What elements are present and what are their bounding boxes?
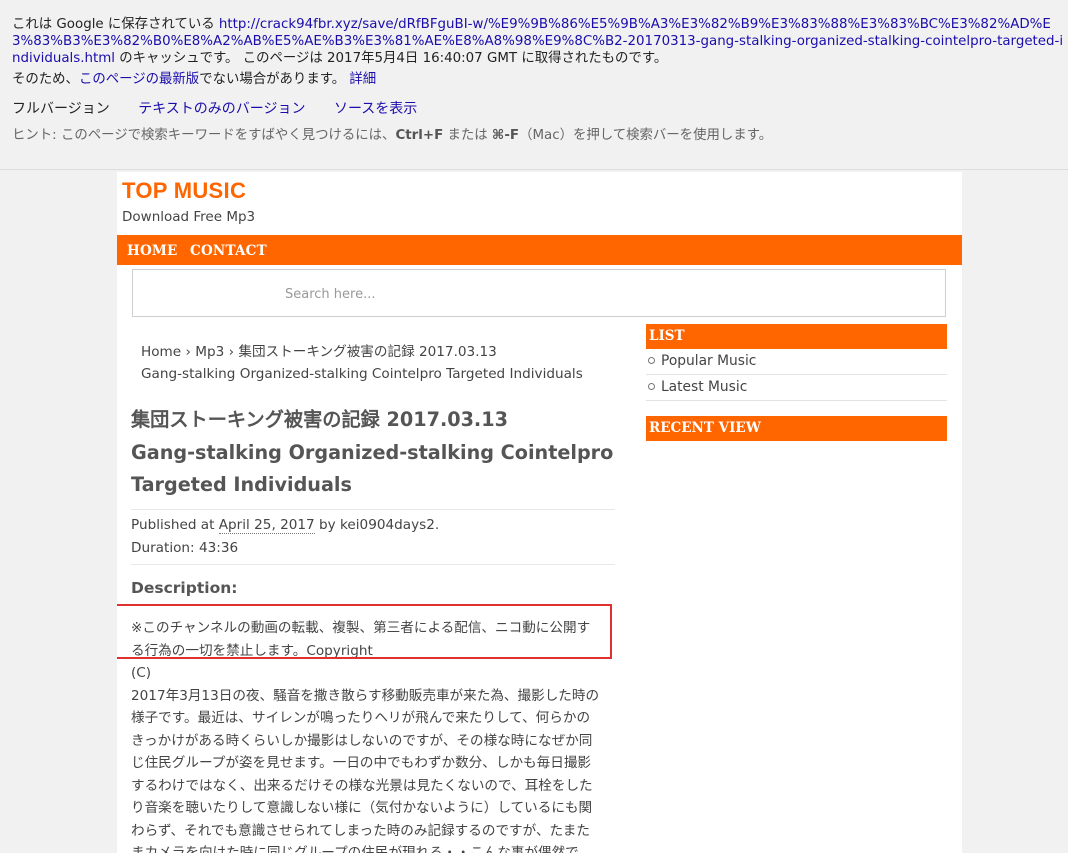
description-line: わらず、それでも意識させられてしまった時のみ記録するのですが、たまた: [131, 822, 590, 839]
search-input[interactable]: [283, 282, 887, 306]
breadcrumb-home[interactable]: Home: [141, 344, 181, 360]
text-only-link[interactable]: テキストのみのバージョン: [138, 101, 305, 117]
hint-key-ctrl-f: Ctrl+F: [395, 128, 444, 143]
post-title-line: Gang-stalking Organized-stalking Cointel…: [131, 440, 614, 464]
full-version-label: フルバージョン: [12, 101, 110, 117]
description-line: じ住民グループが姿を見せます。一日の中でもわずか数分、しかも毎日撮影: [131, 755, 592, 771]
hint-prefix: ヒント: このページで検索キーワードをすばやく見つけるには、: [12, 128, 396, 143]
hint-mid: または: [443, 128, 492, 143]
sidebar-list-header: LIST: [646, 324, 947, 349]
duration: Duration: 43:36: [131, 540, 239, 556]
site-page: TOP MUSIC Download Free Mp3 HOME CONTACT…: [117, 172, 962, 853]
description-line: 2017年3月13日の夜、騒音を撒き散らす移動販売車が来た為、撮影した時の: [131, 687, 600, 704]
sidebar-item-label: Latest Music: [661, 379, 748, 395]
sidebar-recent-header: RECENT VIEW: [646, 416, 947, 441]
description-line: (C): [131, 665, 152, 681]
hint-key-cmd-f: ⌘-F: [491, 128, 520, 143]
post-title-line: 集団ストーキング被害の記録 2017.03.13: [131, 408, 508, 431]
post-title-line: Targeted Individuals: [131, 473, 352, 496]
by-label: by: [314, 517, 341, 533]
breadcrumb-separator: ›: [224, 344, 239, 360]
breadcrumb-separator: ›: [181, 344, 196, 360]
cache-notice-prefix: これは Google に保存されている: [12, 17, 219, 32]
breadcrumb-mp3[interactable]: Mp3: [195, 344, 224, 360]
description-line: 様子です。最近は、サイレンが鳴ったりヘリが飛んで来たりして、何らかの: [131, 710, 591, 726]
site-tagline: Download Free Mp3: [122, 209, 256, 225]
main-nav: HOME CONTACT: [117, 235, 962, 265]
sidebar-item-label: Popular Music: [661, 353, 757, 369]
breadcrumb: Home › Mp3 › 集団ストーキング被害の記録 2017.03.13 Ga…: [141, 341, 611, 385]
version-links: フルバージョン テキストのみのバージョン ソースを表示: [12, 101, 1056, 118]
breadcrumb-current-cont: Gang-stalking Organized-stalking Cointel…: [141, 366, 583, 382]
meta-divider: [131, 564, 615, 565]
bullet-icon: [648, 382, 655, 390]
cache-notice-line2: そのため、このページの最新版でない場合があります。 詳細: [12, 71, 1056, 88]
cache-line2-prefix: そのため、: [12, 72, 79, 87]
description-line: り音楽を聴いたりして意識しない様に（気付かないように）しているにも関: [131, 800, 593, 816]
breadcrumb-current: 集団ストーキング被害の記録 2017.03.13: [238, 344, 497, 360]
published-date: April 25, 2017: [218, 517, 315, 534]
description-line: するわけではなく、出来るだけその様な光景は見たくないので、耳栓をした: [131, 777, 593, 794]
cache-notice-line: これは Google に保存されている http://crack94fbr.xy…: [12, 16, 1068, 67]
latest-version-link[interactable]: このページの最新版: [79, 72, 199, 87]
search-box: [132, 269, 946, 317]
bullet-icon: [648, 356, 655, 364]
highlight-box: [117, 604, 612, 659]
description-line: まカメラを向けた時に同じグループの住民が現れる・・こんな事が偶然で: [131, 845, 579, 853]
site-title[interactable]: TOP MUSIC: [122, 178, 246, 204]
published-label: Published at: [131, 517, 219, 533]
description-heading: Description:: [131, 579, 238, 597]
view-source-link[interactable]: ソースを表示: [334, 101, 417, 117]
description-line: きっかけがある時くらいしか撮影はしないのですが、その様な時になぜか同: [131, 732, 593, 749]
hint-suffix: （Mac）を押して検索バーを使用します。: [519, 128, 773, 143]
details-link[interactable]: 詳細: [349, 72, 376, 87]
cache-line2-suffix: でない場合があります。: [199, 72, 350, 87]
sidebar-item-popular-music[interactable]: Popular Music: [646, 349, 947, 375]
post-meta: Published at April 25, 2017 by kei0904da…: [131, 509, 615, 560]
cache-notice-suffix: のキャッシュです。 このページは 2017年5月4日 16:40:07 GMT …: [115, 51, 668, 66]
search-hint: ヒント: このページで検索キーワードをすばやく見つけるには、Ctrl+F または…: [12, 127, 1056, 144]
cache-notice-bar: これは Google に保存されている http://crack94fbr.xy…: [0, 0, 1068, 170]
sidebar-item-latest-music[interactable]: Latest Music: [646, 375, 947, 401]
post-title: 集団ストーキング被害の記録 2017.03.13 Gang-stalking O…: [131, 404, 621, 502]
nav-contact[interactable]: CONTACT: [190, 243, 267, 259]
nav-home[interactable]: HOME: [127, 243, 178, 259]
sidebar-list: Popular Music Latest Music: [646, 349, 947, 401]
author-name: kei0904days2.: [340, 517, 440, 533]
